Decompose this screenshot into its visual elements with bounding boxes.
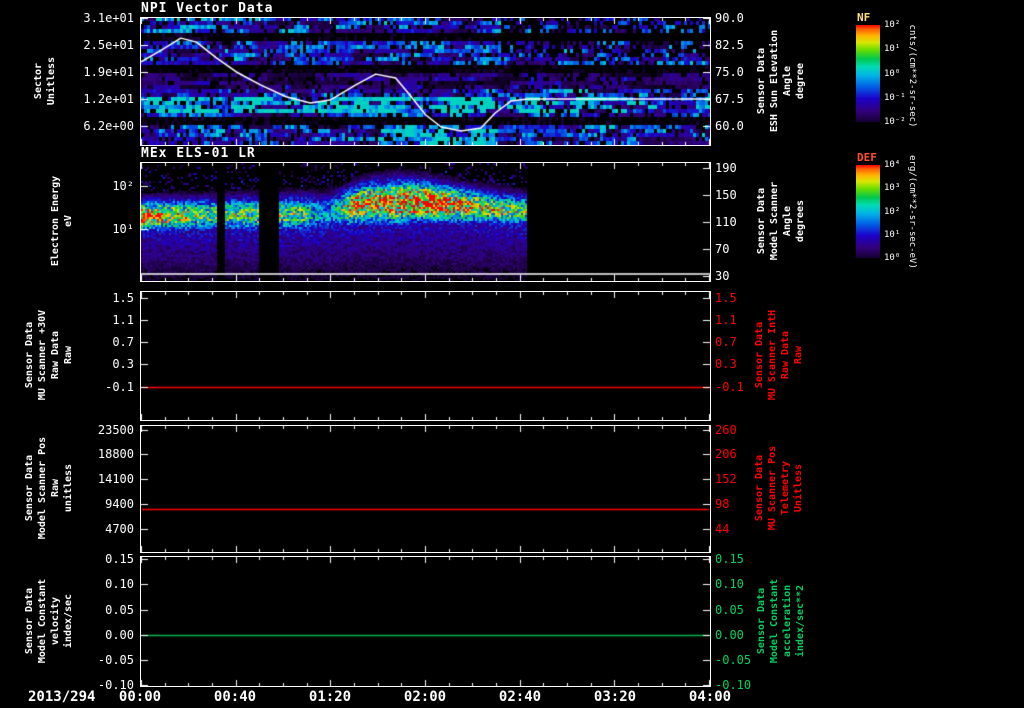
y-tick-label: 4700 bbox=[105, 522, 134, 536]
colorbar-tick-label: 10² bbox=[884, 207, 901, 217]
y-tick-label: 260 bbox=[715, 423, 737, 437]
panel-mu-scanner-raw bbox=[140, 291, 711, 421]
date-label: 2013/294 bbox=[28, 689, 96, 705]
y-tick-label: 44 bbox=[715, 522, 730, 536]
y-tick-label: 0.15 bbox=[715, 552, 744, 566]
y-tick-label: 0.00 bbox=[105, 628, 134, 642]
model-scanner-pos-canvas bbox=[141, 426, 710, 552]
colorbar-tick-label: 10³ bbox=[884, 183, 901, 193]
y-tick-label: 0.10 bbox=[715, 577, 744, 591]
panel-els-title: MEx ELS-01 LR bbox=[141, 146, 256, 161]
y-tick-label: 90.0 bbox=[715, 11, 744, 25]
y-tick-label: 0.3 bbox=[715, 357, 737, 371]
y-tick-label: 3.1e+01 bbox=[83, 11, 134, 25]
x-tick-label: 02:40 bbox=[498, 689, 542, 705]
npi-right-axis-label: Sensor Data ESH Sun Elevation Angle degr… bbox=[756, 29, 806, 133]
y-tick-label: 98 bbox=[715, 497, 730, 511]
panel-npi-title: NPI Vector Data bbox=[141, 1, 274, 16]
y-tick-label: 1.2e+01 bbox=[83, 92, 134, 106]
y-tick-label: 206 bbox=[715, 447, 737, 461]
panel-els-spectrogram bbox=[140, 162, 711, 282]
y-tick-label: 0.00 bbox=[715, 628, 744, 642]
y-tick-label: 14100 bbox=[97, 472, 134, 486]
x-tick-label: 03:20 bbox=[593, 689, 637, 705]
y-tick-label: -0.05 bbox=[97, 653, 134, 667]
colorbar-tick-label: 10⁻¹ bbox=[884, 93, 906, 103]
panel-model-constant bbox=[140, 556, 711, 687]
model-const-right-axis-label: Sensor Data Model Constant acceleration … bbox=[756, 578, 806, 664]
colorbar-nf-unit-label: cnts/(cm**2-sr-sec) bbox=[907, 24, 917, 128]
colorbar-tick-label: 10⁻² bbox=[884, 117, 906, 127]
x-tick-label: 00:00 bbox=[118, 689, 162, 705]
y-tick-label: 82.5 bbox=[715, 38, 744, 52]
els-right-axis-label: Sensor Data Model Scanner Angle degrees bbox=[756, 181, 806, 261]
y-tick-label: 23500 bbox=[97, 423, 134, 437]
colorbar-def-title: DEF bbox=[857, 151, 877, 164]
y-tick-label: 1.1 bbox=[715, 313, 737, 327]
y-tick-label: 67.5 bbox=[715, 92, 744, 106]
y-tick-label: 6.2e+00 bbox=[83, 119, 134, 133]
y-tick-label: 1.1 bbox=[112, 313, 134, 327]
y-tick-label: 0.7 bbox=[112, 335, 134, 349]
colorbar-tick-label: 10⁰ bbox=[884, 69, 901, 79]
y-tick-label: 110 bbox=[715, 215, 737, 229]
x-tick-label: 00:40 bbox=[213, 689, 257, 705]
npi-heatmap-canvas bbox=[141, 18, 710, 145]
y-tick-label: 9400 bbox=[105, 497, 134, 511]
y-tick-label: 152 bbox=[715, 472, 737, 486]
y-tick-label: 1.9e+01 bbox=[83, 65, 134, 79]
mu-scanner-right-axis-label: Sensor Data MU Scanner IntH Raw Data Raw bbox=[754, 309, 804, 401]
colorbar-def bbox=[856, 165, 880, 258]
colorbar-tick-label: 10¹ bbox=[884, 44, 901, 54]
y-tick-label: 0.7 bbox=[715, 335, 737, 349]
x-tick-label: 02:00 bbox=[403, 689, 447, 705]
y-tick-label: 0.15 bbox=[105, 552, 134, 566]
y-tick-label: 2.5e+01 bbox=[83, 38, 134, 52]
colorbar-tick-label: 10⁰ bbox=[884, 253, 901, 263]
y-tick-label: 10² bbox=[112, 179, 134, 193]
colorbar-tick-label: 10² bbox=[884, 20, 901, 30]
y-tick-label: 1.5 bbox=[112, 291, 134, 305]
plot-screen: NPI Vector Data MEx ELS-01 LR Sector Uni… bbox=[0, 0, 1024, 708]
model-constant-canvas bbox=[141, 557, 710, 686]
y-tick-label: 0.10 bbox=[105, 577, 134, 591]
x-tick-label: 01:20 bbox=[308, 689, 352, 705]
y-tick-label: 30 bbox=[715, 269, 730, 283]
colorbar-tick-label: 10¹ bbox=[884, 230, 901, 240]
y-tick-label: 70 bbox=[715, 242, 730, 256]
y-tick-label: 18800 bbox=[97, 447, 134, 461]
y-tick-label: 10¹ bbox=[112, 222, 134, 236]
panel-npi-heatmap bbox=[140, 17, 711, 146]
y-tick-label: 0.05 bbox=[105, 603, 134, 617]
colorbar-tick-label: 10⁴ bbox=[884, 160, 901, 170]
y-tick-label: 0.3 bbox=[112, 357, 134, 371]
mu-scanner-raw-canvas bbox=[141, 292, 710, 420]
y-tick-label: 150 bbox=[715, 188, 737, 202]
x-tick-label: 04:00 bbox=[688, 689, 732, 705]
y-tick-label: 1.5 bbox=[715, 291, 737, 305]
y-tick-label: -0.1 bbox=[105, 380, 134, 394]
y-tick-label: 75.0 bbox=[715, 65, 744, 79]
els-spectrogram-canvas bbox=[141, 163, 710, 281]
scanner-pos-right-axis-label: Sensor Data MU Scanner Pos Telemetry Uni… bbox=[754, 445, 804, 531]
y-tick-label: 60.0 bbox=[715, 119, 744, 133]
y-tick-label: -0.05 bbox=[715, 653, 752, 667]
colorbar-def-unit-label: erg/(cm**2-sr-sec-eV) bbox=[907, 155, 917, 269]
model-const-left-axis-label: Sensor Data Model Constant velocity inde… bbox=[24, 578, 74, 664]
colorbar-nf-title: NF bbox=[857, 11, 871, 24]
y-tick-label: 190 bbox=[715, 161, 737, 175]
y-tick-label: -0.1 bbox=[715, 380, 744, 394]
colorbar-nf bbox=[856, 25, 880, 122]
panel-model-scanner-pos bbox=[140, 425, 711, 553]
y-tick-label: 0.05 bbox=[715, 603, 744, 617]
